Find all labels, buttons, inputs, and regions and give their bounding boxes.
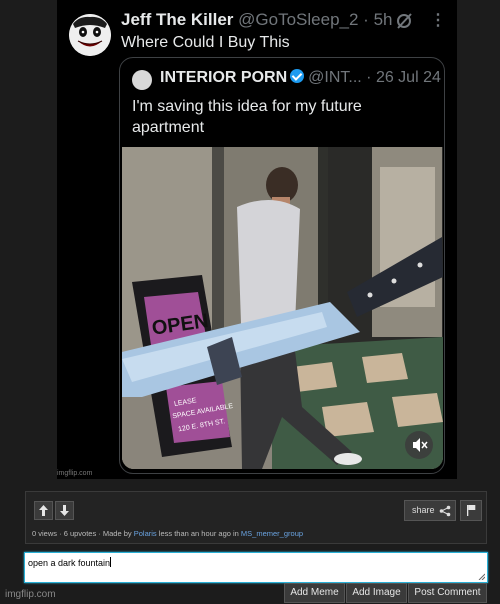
upvotes-count: 6 upvotes xyxy=(63,529,97,538)
views-count: 0 views xyxy=(32,529,58,538)
imgflip-logo: imgflip.com xyxy=(5,589,56,600)
arrow-up-icon xyxy=(39,505,48,516)
post-comment-button[interactable]: Post Comment xyxy=(408,583,487,603)
share-label: share xyxy=(412,505,435,515)
photo-scene: OPEN LEASE SPACE AVAILABLE 120 E. 8TH ST… xyxy=(122,147,443,469)
tweet-separator: · xyxy=(363,10,369,29)
posted-time: less than an hour ago in xyxy=(156,529,241,538)
quoted-header: INTERIOR PORN @INT... · 26 Jul 24 xyxy=(160,69,441,87)
comment-input[interactable]: open a dark fountain xyxy=(24,552,488,583)
meme-meta: 0 views · 6 upvotes · Made by Polaris le… xyxy=(32,529,303,538)
stream-link[interactable]: MS_memer_group xyxy=(241,529,303,538)
flag-button[interactable] xyxy=(460,500,482,521)
arrow-down-icon xyxy=(60,505,69,516)
mute-icon xyxy=(405,431,433,459)
meta-separator: · xyxy=(96,529,103,538)
text-caret xyxy=(110,557,112,567)
share-icon xyxy=(439,505,451,517)
add-image-button[interactable]: Add Image xyxy=(346,583,407,603)
flag-icon xyxy=(467,505,476,516)
share-button[interactable]: share xyxy=(404,500,456,521)
resize-handle-icon[interactable] xyxy=(478,573,485,580)
add-meme-button[interactable]: Add Meme xyxy=(284,583,345,603)
quoted-author-name: INTERIOR PORN xyxy=(160,69,288,86)
meme-toolbar: share 0 views · 6 upvotes · Made by Pola… xyxy=(25,491,487,544)
comment-text: open a dark fountain xyxy=(28,558,111,568)
tweet-author-handle: @GoToSleep_2 xyxy=(238,10,359,29)
quoted-date: 26 Jul 24 xyxy=(375,69,441,86)
grok-icon xyxy=(395,12,413,30)
knife-photo: OPEN LEASE SPACE AVAILABLE 120 E. 8TH ST… xyxy=(122,147,443,469)
quoted-tweet: INTERIOR PORN @INT... · 26 Jul 24 I'm sav… xyxy=(119,57,445,474)
quoted-avatar xyxy=(132,70,152,90)
downvote-button[interactable] xyxy=(55,501,74,520)
imgflip-watermark: imgflip.com xyxy=(57,470,93,477)
jeff-avatar xyxy=(69,14,111,56)
author-link[interactable]: Polaris xyxy=(134,529,157,538)
tweet-time: 5h xyxy=(373,10,393,29)
quoted-text: I'm saving this idea for my future apart… xyxy=(132,98,362,136)
upvote-button[interactable] xyxy=(34,501,53,520)
tweet-text: Where Could I Buy This xyxy=(121,34,290,51)
made-by-label: Made by xyxy=(102,529,134,538)
verified-badge xyxy=(290,69,305,83)
meme-image: Jeff The Killer @GoToSleep_2 · 5h ⋮ Wher… xyxy=(57,0,457,479)
quoted-author-handle: @INT... xyxy=(308,69,362,86)
tweet-author-name: Jeff The Killer xyxy=(121,10,234,29)
tweet-header: Jeff The Killer @GoToSleep_2 · 5h xyxy=(121,10,393,30)
quoted-separator: · xyxy=(366,69,372,86)
more-options-icon: ⋮ xyxy=(430,12,446,29)
meta-separator: · xyxy=(57,529,64,538)
